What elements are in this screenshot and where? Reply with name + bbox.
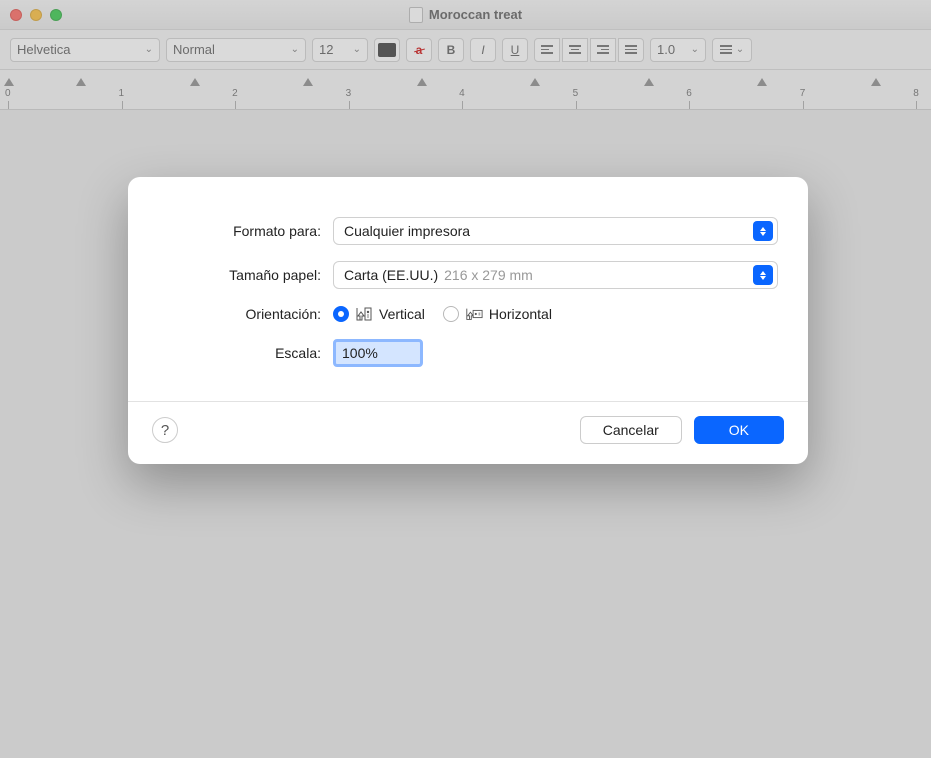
scale-input[interactable] <box>333 339 423 367</box>
popup-stepper-icon <box>753 221 773 241</box>
help-button[interactable]: ? <box>152 417 178 443</box>
orientation-portrait-radio[interactable]: Vertical <box>333 305 425 323</box>
orientation-label: Orientación: <box>158 306 333 322</box>
paper-size-label: Tamaño papel: <box>158 267 333 283</box>
paper-size-popup[interactable]: Carta (EE.UU.) 216 x 279 mm <box>333 261 778 289</box>
format-for-popup[interactable]: Cualquier impresora <box>333 217 778 245</box>
ok-label: OK <box>729 422 749 438</box>
paper-size-value: Carta (EE.UU.) <box>344 267 438 283</box>
ok-button[interactable]: OK <box>694 416 784 444</box>
cancel-label: Cancelar <box>603 422 659 438</box>
cancel-button[interactable]: Cancelar <box>580 416 682 444</box>
scale-label: Escala: <box>158 345 333 361</box>
help-icon: ? <box>161 422 169 439</box>
orientation-landscape-radio[interactable]: Horizontal <box>443 305 552 323</box>
orientation-landscape-label: Horizontal <box>489 306 552 322</box>
radio-icon <box>443 306 459 322</box>
format-for-label: Formato para: <box>158 223 333 239</box>
landscape-icon <box>465 305 483 323</box>
app-window: Moroccan treat Helvetica ⌄ Normal ⌄ 12 ⌄… <box>0 0 931 758</box>
page-setup-dialog: Formato para: Cualquier impresora Tamaño… <box>128 177 808 464</box>
format-for-value: Cualquier impresora <box>344 223 470 239</box>
paper-size-dims: 216 x 279 mm <box>444 267 533 283</box>
portrait-icon <box>355 305 373 323</box>
radio-icon <box>333 306 349 322</box>
orientation-portrait-label: Vertical <box>379 306 425 322</box>
popup-stepper-icon <box>753 265 773 285</box>
